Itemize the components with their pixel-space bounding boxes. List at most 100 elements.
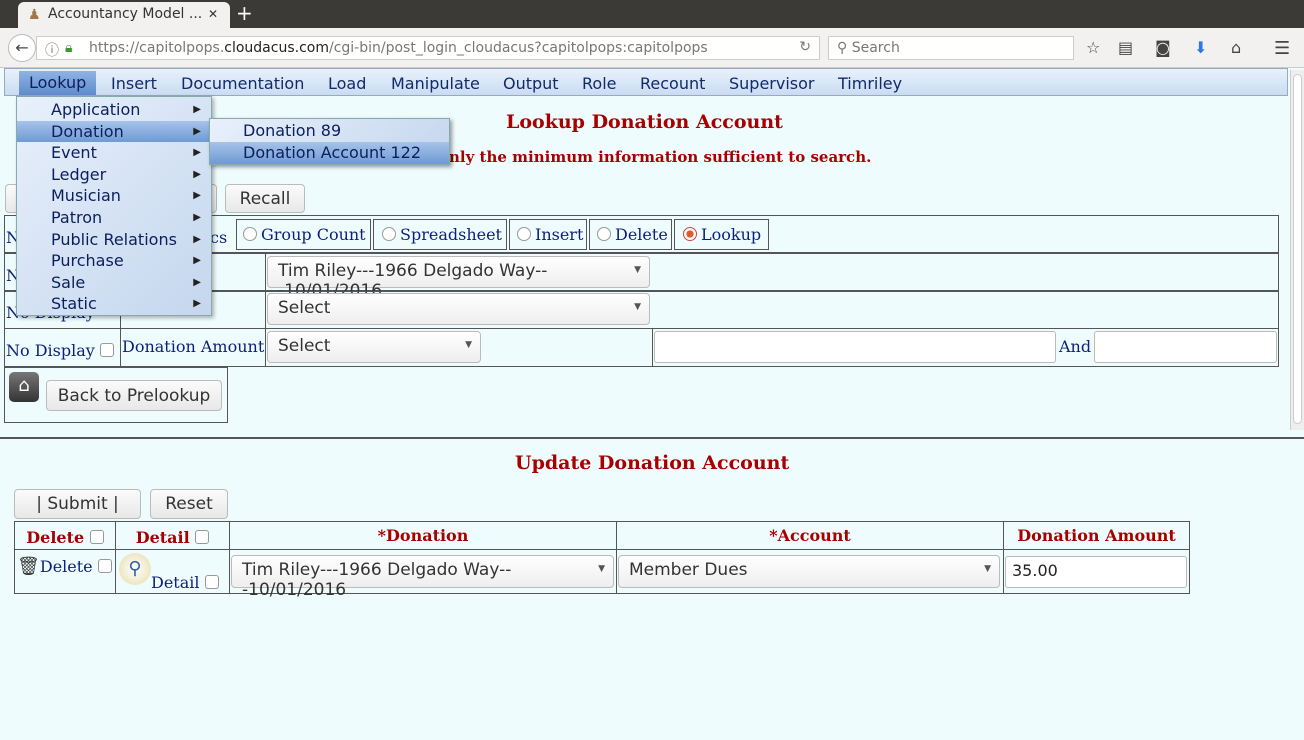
menu-item-ledger[interactable]: Ledger ▶	[17, 164, 211, 185]
menu-supervisor[interactable]: Supervisor	[729, 74, 815, 93]
mode-group-count[interactable]: Group Count	[236, 219, 371, 250]
menu-insert[interactable]: Insert	[111, 74, 157, 93]
info-icon[interactable]: ⓘ	[45, 40, 59, 60]
menu-item-donation[interactable]: Donation ▶	[17, 121, 211, 142]
header-delete: Delete	[14, 521, 116, 550]
back-to-prelookup-button[interactable]: Back to Prelookup	[46, 380, 222, 411]
menu-manipulate[interactable]: Manipulate	[391, 74, 480, 93]
label: Application	[51, 100, 141, 119]
menu-item-event[interactable]: Event ▶	[17, 142, 211, 163]
home-icon[interactable]: ⌂	[9, 372, 39, 402]
menu-item-patron[interactable]: Patron ▶	[17, 207, 211, 228]
value: Select	[278, 298, 331, 318]
url-bar[interactable]: ⓘ 🔒︎ https://capitolpops.cloudacus.com/cgi…	[36, 36, 820, 60]
label: Purchase	[51, 251, 124, 270]
reload-icon[interactable]: ↻	[799, 39, 811, 55]
menu-lookup[interactable]: Lookup	[19, 71, 97, 95]
header-donation: *Donation	[229, 521, 617, 550]
menu-load[interactable]: Load	[328, 74, 366, 93]
submenu-item-donation-account[interactable]: Donation Account 122	[210, 142, 449, 164]
menu-item-public-relations[interactable]: Public Relations ▶	[17, 229, 211, 250]
menu-recount[interactable]: Recount	[640, 74, 705, 93]
delete-row-checkbox[interactable]	[97, 559, 112, 573]
header-account: *Account	[616, 521, 1004, 550]
value: Select	[278, 336, 331, 356]
no-display-label: No Display	[6, 341, 95, 360]
amount-operator-select[interactable]: Select ▼	[267, 331, 481, 363]
dropdown-arrow-icon: ▼	[465, 340, 472, 350]
trash-icon[interactable]: 🗑︎	[17, 556, 40, 577]
menu-output[interactable]: Output	[503, 74, 559, 93]
close-tab-icon[interactable]: ✕	[208, 7, 218, 21]
menu-role[interactable]: Role	[582, 74, 616, 93]
label: Detail	[135, 528, 190, 547]
hamburger-menu-icon[interactable]: ☰	[1274, 38, 1290, 59]
label: Group Count	[261, 225, 366, 244]
detail-label: Detail	[151, 573, 200, 592]
submenu-arrow-icon: ▶	[193, 255, 201, 266]
menu-timriley[interactable]: Timriley	[838, 74, 902, 93]
detail-row-checkbox[interactable]	[204, 575, 219, 589]
amount-from-input[interactable]	[654, 331, 1056, 363]
label: Event	[51, 143, 97, 162]
label: Static	[51, 294, 97, 313]
download-icon[interactable]: ⬇	[1194, 38, 1207, 57]
reading-list-icon[interactable]: ▤	[1118, 38, 1133, 57]
menu-documentation[interactable]: Documentation	[181, 74, 304, 93]
recall-button[interactable]: Recall	[225, 184, 305, 213]
header-detail: Detail	[115, 521, 230, 550]
menu-item-application[interactable]: Application ▶	[17, 99, 211, 120]
favicon-icon: ♟	[28, 7, 41, 23]
radio-insert[interactable]	[517, 227, 531, 241]
menu-item-musician[interactable]: Musician ▶	[17, 185, 211, 206]
row-delete-cell: 🗑︎Delete	[14, 549, 116, 594]
browser-tab[interactable]: ♟ Accountancy Model ... ✕	[18, 2, 230, 28]
new-tab-button[interactable]: +	[236, 1, 253, 25]
row-amount-input[interactable]: 35.00	[1005, 556, 1187, 588]
radio-spreadsheet[interactable]	[382, 227, 396, 241]
label: Donation	[51, 122, 124, 141]
and-label: And	[1059, 337, 1092, 356]
navigation-bar: ← ⓘ 🔒︎ https://capitolpops.cloudacus.com/c…	[0, 28, 1304, 68]
mode-lookup[interactable]: Lookup	[674, 219, 769, 250]
tab-title: Accountancy Model ...	[48, 6, 203, 22]
url-prefix: https://capitolpops.	[89, 40, 225, 56]
donation-select[interactable]: Tim Riley---1966 Delgado Way---10/01/201…	[267, 256, 650, 301]
label: Delete	[26, 528, 85, 547]
app-menubar: Lookup Insert Documentation Load Manipul…	[4, 68, 1288, 96]
radio-delete[interactable]	[597, 227, 611, 241]
submit-button[interactable]: | Submit |	[14, 489, 141, 519]
amount-to-input[interactable]	[1094, 331, 1277, 363]
account-select[interactable]: Select ▼	[267, 293, 650, 325]
menu-item-sale[interactable]: Sale ▶	[17, 272, 211, 293]
no-display-checkbox[interactable]	[99, 343, 114, 357]
bookmark-star-icon[interactable]: ☆	[1086, 38, 1100, 57]
row-account-select[interactable]: Member Dues ▼	[618, 555, 1000, 588]
value: Tim Riley---1966 Delgado Way---10/01/201…	[242, 560, 512, 600]
label: Delete	[615, 225, 668, 244]
magnifier-icon[interactable]: ⚲	[119, 553, 151, 585]
menu-item-static[interactable]: Static ▶	[17, 293, 211, 314]
submenu-arrow-icon: ▶	[193, 234, 201, 245]
radio-group-count[interactable]	[243, 227, 257, 241]
mode-insert[interactable]: Insert	[509, 219, 587, 250]
back-button[interactable]: ←	[8, 34, 36, 62]
donation-amount-label: Donation Amount	[122, 337, 265, 356]
home-icon[interactable]: ⌂	[1231, 38, 1241, 57]
dropdown-arrow-icon: ▼	[634, 265, 641, 275]
delete-all-checkbox[interactable]	[89, 530, 104, 544]
row-donation-select[interactable]: Tim Riley---1966 Delgado Way---10/01/201…	[231, 555, 614, 600]
mode-delete[interactable]: Delete	[589, 219, 672, 250]
detail-all-checkbox[interactable]	[195, 530, 210, 544]
mode-statistics-partial[interactable]: cs	[210, 228, 227, 247]
scrollbar[interactable]	[1290, 70, 1304, 430]
menu-item-purchase[interactable]: Purchase ▶	[17, 250, 211, 271]
label: Musician	[51, 186, 121, 205]
reset-button[interactable]: Reset	[150, 489, 228, 519]
pocket-icon[interactable]: ◙	[1155, 38, 1171, 57]
radio-lookup[interactable]	[683, 227, 697, 241]
submenu-arrow-icon: ▶	[193, 277, 201, 288]
submenu-item-donation[interactable]: Donation 89	[210, 120, 449, 142]
search-input[interactable]: ⚲ Search	[828, 36, 1074, 60]
mode-spreadsheet[interactable]: Spreadsheet	[373, 219, 507, 250]
